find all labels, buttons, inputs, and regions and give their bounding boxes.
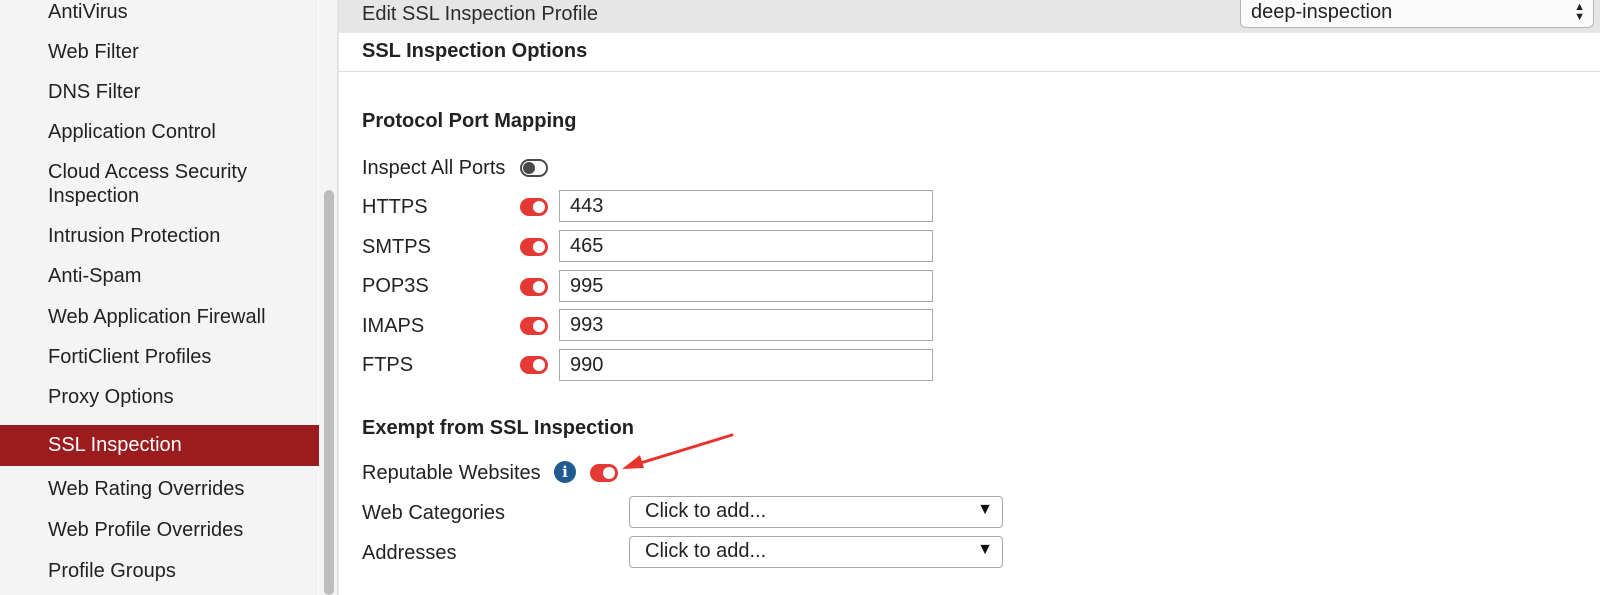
sidebar-item-web-application-firewall[interactable]: Web Application Firewall — [0, 305, 318, 329]
inspect-all-ports-toggle[interactable] — [520, 159, 548, 177]
protocol-toggle-ftps[interactable] — [520, 356, 548, 374]
port-input-imaps[interactable] — [559, 309, 933, 341]
port-input-pop3s[interactable] — [559, 270, 933, 302]
sidebar-item-profile-groups[interactable]: Profile Groups — [0, 559, 318, 583]
sidebar-item-web-profile-overrides[interactable]: Web Profile Overrides — [0, 518, 318, 542]
port-input-https[interactable] — [559, 190, 933, 222]
exempt-title: Exempt from SSL Inspection — [362, 417, 634, 439]
protocol-label-smtps: SMTPS — [362, 236, 431, 258]
updown-arrows-icon: ▲ ▼ — [1574, 1, 1585, 23]
sidebar-item-proxy-options[interactable]: Proxy Options — [0, 385, 318, 409]
sidebar-item-web-filter[interactable]: Web Filter — [0, 40, 318, 64]
web-categories-placeholder: Click to add... — [645, 500, 767, 522]
reputable-websites-label: Reputable Websites — [362, 462, 541, 484]
chevron-down-icon: ▼ — [977, 541, 993, 558]
web-categories-dropdown[interactable]: Click to add... ▼ — [629, 496, 1003, 528]
addresses-label: Addresses — [362, 542, 457, 564]
reputable-websites-toggle[interactable] — [590, 464, 618, 482]
sidebar-scrollbar-thumb[interactable] — [324, 190, 334, 595]
protocol-toggle-https[interactable] — [520, 198, 548, 216]
chevron-down-icon: ▼ — [977, 501, 993, 518]
port-mapping-title: Protocol Port Mapping — [362, 110, 577, 132]
sidebar-item-dns-filter[interactable]: DNS Filter — [0, 80, 318, 104]
sidebar-item-anti-spam[interactable]: Anti-Spam — [0, 264, 318, 288]
port-input-ftps[interactable] — [559, 349, 933, 381]
protocol-toggle-smtps[interactable] — [520, 238, 548, 256]
profile-select[interactable]: deep-inspection ▲ ▼ — [1240, 0, 1594, 28]
profile-select-value: deep-inspection — [1251, 1, 1393, 23]
protocol-label-pop3s: POP3S — [362, 275, 429, 297]
sidebar-item-forticlient-profiles[interactable]: FortiClient Profiles — [0, 345, 318, 369]
protocol-label-imaps: IMAPS — [362, 315, 425, 337]
protocol-toggle-pop3s[interactable] — [520, 278, 548, 296]
port-input-smtps[interactable] — [559, 230, 933, 262]
sidebar-item-cloud-access-security-inspection[interactable]: Cloud Access Security Inspection — [0, 160, 318, 208]
info-icon[interactable]: i — [554, 461, 576, 483]
sidebar-item-application-control[interactable]: Application Control — [0, 120, 318, 144]
sidebar-item-antivirus[interactable]: AntiVirus — [0, 0, 318, 24]
options-title: SSL Inspection Options — [362, 40, 588, 62]
web-categories-label: Web Categories — [362, 502, 506, 524]
protocol-toggle-imaps[interactable] — [520, 317, 548, 335]
protocol-label-ftps: FTPS — [362, 354, 414, 376]
inspect-all-ports-label: Inspect All Ports — [362, 157, 506, 179]
sidebar-item-web-rating-overrides[interactable]: Web Rating Overrides — [0, 477, 318, 501]
addresses-placeholder: Click to add... — [645, 540, 767, 562]
sidebar-divider — [337, 0, 339, 595]
sidebar-item-intrusion-protection[interactable]: Intrusion Protection — [0, 224, 318, 248]
protocol-label-https: HTTPS — [362, 196, 428, 218]
annotation-arrow — [622, 433, 734, 469]
sidebar-item-ssl-inspection[interactable]: SSL Inspection — [0, 425, 319, 466]
addresses-dropdown[interactable]: Click to add... ▼ — [629, 536, 1003, 568]
page-title: Edit SSL Inspection Profile — [362, 3, 599, 25]
